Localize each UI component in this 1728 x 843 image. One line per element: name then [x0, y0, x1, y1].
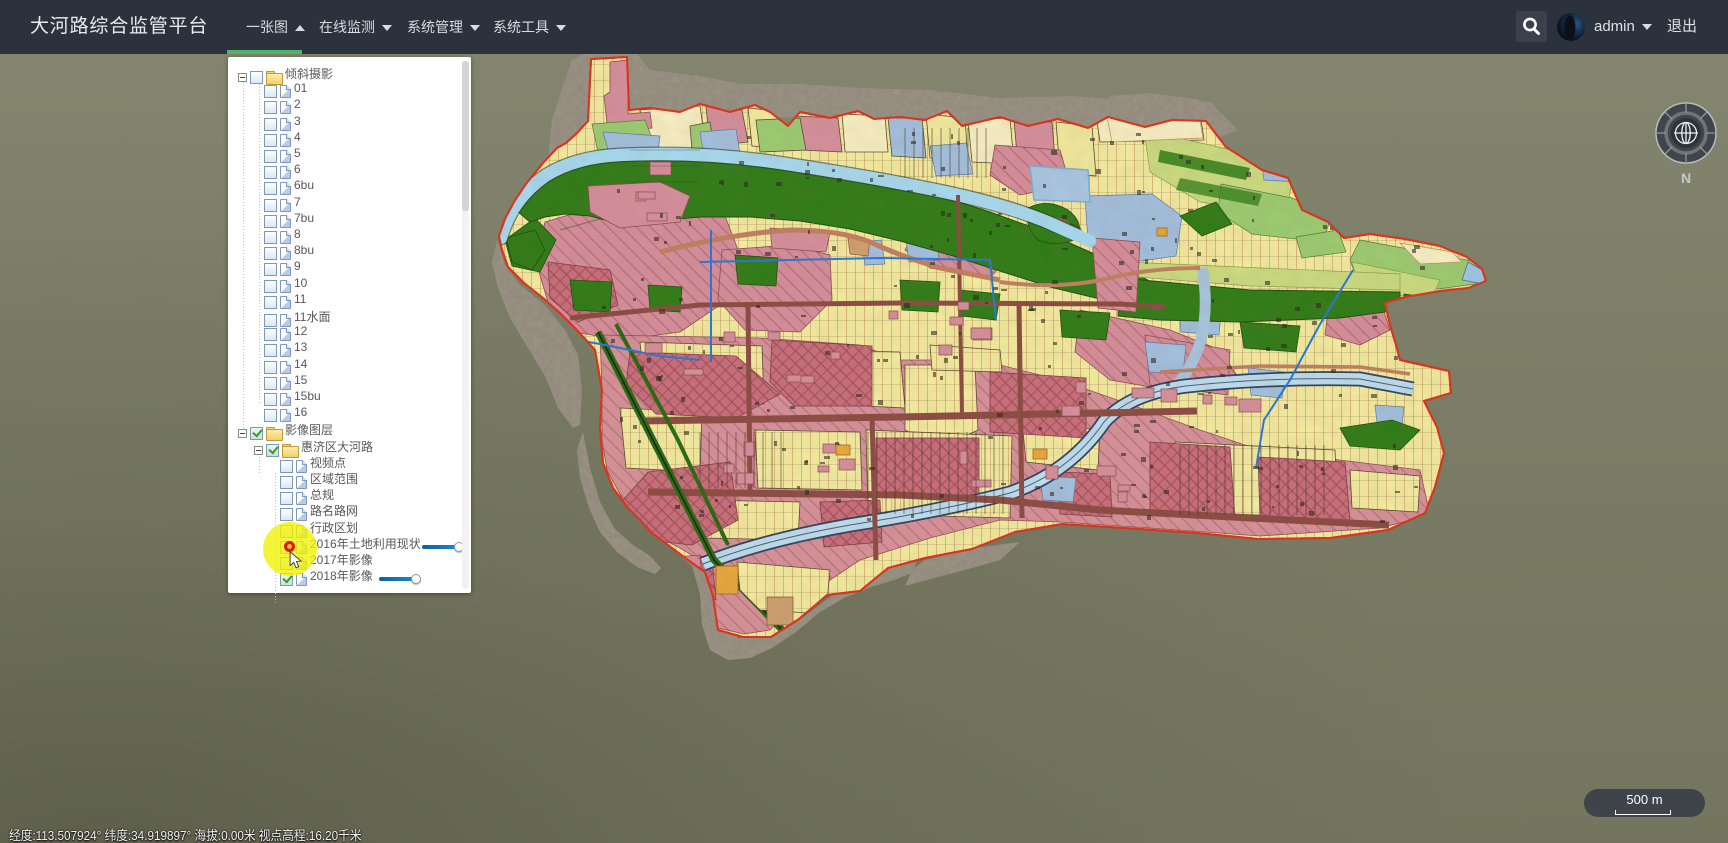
svg-text:N: N: [1681, 170, 1691, 186]
